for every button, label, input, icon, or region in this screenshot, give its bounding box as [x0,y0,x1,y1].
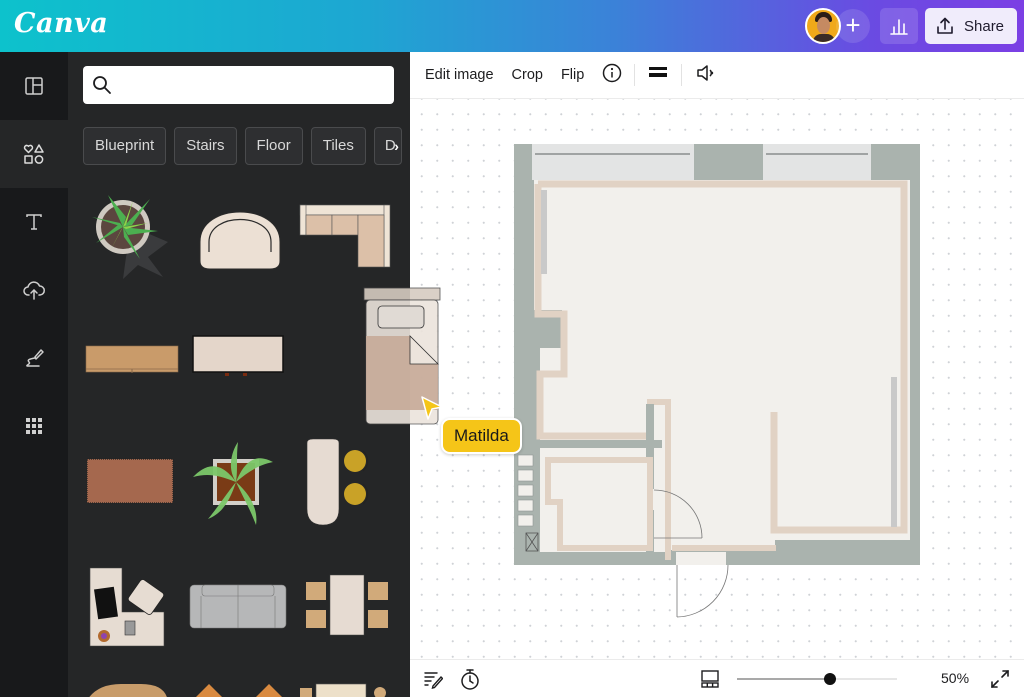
search-field[interactable] [119,66,389,104]
element-gray-sofa[interactable] [188,582,288,632]
search-icon [93,76,111,94]
rail-item-uploads[interactable] [0,256,68,324]
zoom-slider-thumb[interactable] [824,673,837,685]
collaborator-cursor-icon [421,396,443,420]
info-button[interactable] [602,63,622,87]
element-lounge-chairs [196,684,282,697]
element-sectional-sofa[interactable] [298,202,393,270]
element-bed-with-nightstands [300,683,386,697]
shapes-icon [23,144,44,164]
rail-item-draw[interactable] [0,324,68,392]
element-bar-counter-with-stools[interactable] [303,437,373,527]
collaborator-name-tag: Matilda [441,418,522,454]
zoom-slider-fill [737,678,831,680]
category-chips: Blueprint Stairs Floor Tiles D › [83,127,402,165]
search-input[interactable] [83,66,394,104]
chip-floor[interactable]: Floor [244,127,303,165]
toolbar-divider [681,64,683,86]
flip-button[interactable]: Flip [561,67,584,83]
floor-plan[interactable] [410,52,1024,659]
share-label: Share [964,17,1005,35]
timer-icon[interactable] [459,667,481,691]
cloud-upload-icon [23,281,45,300]
context-toolbar: Edit image Crop Flip [410,52,1024,99]
canva-logo[interactable]: Canva [14,8,108,39]
chip-stairs[interactable]: Stairs [174,127,237,165]
speaker-icon [697,65,714,81]
element-wooden-bench[interactable] [84,344,180,374]
info-icon [603,63,622,83]
chip-tiles[interactable]: Tiles [310,127,366,165]
draw-icon [26,349,44,367]
position-button[interactable] [649,65,668,85]
side-rail [0,52,68,697]
bottom-bar: 50% [410,659,1024,697]
zoom-slider[interactable] [737,673,897,685]
rail-item-elements[interactable] [0,120,68,188]
element-coffee-table[interactable] [191,334,285,379]
element-armchair[interactable] [194,197,286,272]
top-bar: Canva + Share [0,0,1024,52]
grid-icon [26,418,42,434]
notes-icon[interactable] [423,669,443,689]
element-dining-table-with-chairs[interactable] [298,572,393,648]
element-corner-desk-with-chair[interactable] [88,564,170,649]
text-icon [26,214,42,230]
crop-button[interactable]: Crop [512,67,543,83]
bar-chart-icon [890,19,908,35]
element-potted-plant[interactable] [88,187,178,282]
rail-item-text[interactable] [0,188,68,256]
expand-icon[interactable] [990,669,1010,689]
zoom-percentage[interactable]: 50% [941,670,969,686]
add-collaborator-button[interactable]: + [836,9,870,43]
element-row-partial[interactable] [86,682,386,697]
upload-icon [937,17,953,34]
elements-panel: Blueprint Stairs Floor Tiles D › [68,52,410,697]
plus-icon: + [845,10,861,40]
layout-icon [25,77,43,95]
animate-button[interactable] [696,63,718,87]
element-round-table [89,684,167,697]
element-square-planter[interactable] [188,437,283,527]
insights-button[interactable] [880,8,918,44]
toolbar-divider [634,64,636,86]
chip-blueprint[interactable]: Blueprint [83,127,167,165]
lines-icon [649,67,668,77]
rail-item-design[interactable] [0,52,68,120]
rail-item-apps[interactable] [0,392,68,460]
edit-image-button[interactable]: Edit image [425,67,494,83]
element-terracotta-rug[interactable] [85,457,175,505]
chip-more[interactable]: D › [373,127,402,165]
pages-icon[interactable] [700,669,720,689]
share-button[interactable]: Share [925,8,1017,44]
chevron-right-icon[interactable]: › [394,128,399,164]
design-canvas[interactable] [363,52,1024,659]
